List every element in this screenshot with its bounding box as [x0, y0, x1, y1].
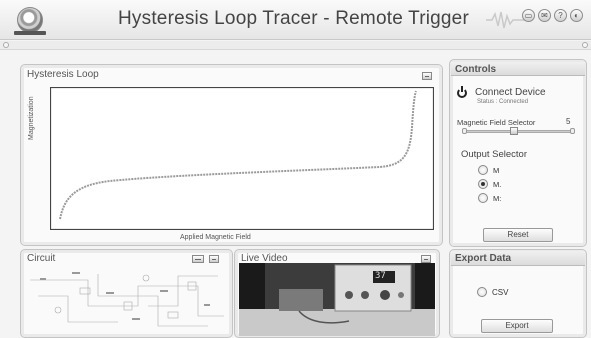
hysteresis-minimize-icon[interactable] [422, 72, 432, 80]
output-radio-m-colon[interactable] [478, 193, 488, 203]
minimize-window-icon[interactable]: ▭ [522, 9, 535, 22]
field-slider-thumb[interactable] [510, 127, 518, 135]
reset-button[interactable]: Reset [483, 228, 553, 242]
field-selector-value: 5 [566, 117, 571, 126]
output-radio-m-dot[interactable] [478, 179, 488, 189]
meter-reading: 37 [375, 271, 386, 281]
field-selector-label: Magnetic Field Selector [457, 118, 536, 127]
live-video-feed[interactable]: 37 [239, 263, 435, 336]
lab-camera-frame [239, 263, 435, 336]
output-radio-m[interactable] [478, 165, 488, 175]
export-title: Export Data [451, 251, 585, 266]
controls-title: Controls [451, 62, 585, 76]
app-header: Hysteresis Loop Tracer - Remote Trigger … [0, 0, 591, 40]
csv-radio[interactable] [477, 287, 487, 297]
output-selector-label: Output Selector [461, 149, 528, 160]
connection-status: Status : Connected [477, 99, 529, 105]
circuit-diagram [30, 272, 224, 327]
close-icon[interactable]: ◐ [570, 9, 583, 22]
video-minimize-icon[interactable] [421, 255, 431, 263]
circuit-minimize-icon[interactable] [209, 255, 219, 263]
right-scroll-icon[interactable] [582, 42, 588, 48]
y-axis-label: Magnetization [28, 96, 35, 140]
field-slider-track[interactable] [463, 130, 573, 133]
chat-icon[interactable]: ✉ [538, 9, 551, 22]
slider-min-stop [462, 128, 467, 134]
output-option-m-dot: M. [493, 180, 502, 189]
toolbar-strip [0, 41, 591, 50]
signal-wave-icon [486, 11, 526, 29]
logo-banner [14, 31, 46, 35]
output-option-m-colon: M: [493, 194, 502, 203]
export-button[interactable]: Export [481, 319, 553, 333]
institute-logo [17, 7, 43, 33]
connect-device-label[interactable]: Connect Device [475, 87, 546, 98]
circuit-title: Circuit [27, 253, 56, 264]
output-option-m: M [493, 166, 500, 175]
hysteresis-title: Hysteresis Loop [27, 69, 99, 80]
left-scroll-icon[interactable] [3, 42, 9, 48]
plot-frame [50, 87, 434, 230]
slider-max-stop [570, 128, 575, 134]
power-icon[interactable] [457, 86, 467, 98]
csv-label: CSV [492, 288, 509, 297]
hysteresis-plot [50, 87, 434, 230]
circuit-detach-icon[interactable] [192, 255, 204, 263]
x-axis-label: Applied Magnetic Field [180, 234, 251, 241]
help-icon[interactable]: ? [554, 9, 567, 22]
app-title: Hysteresis Loop Tracer - Remote Trigger [118, 8, 469, 29]
